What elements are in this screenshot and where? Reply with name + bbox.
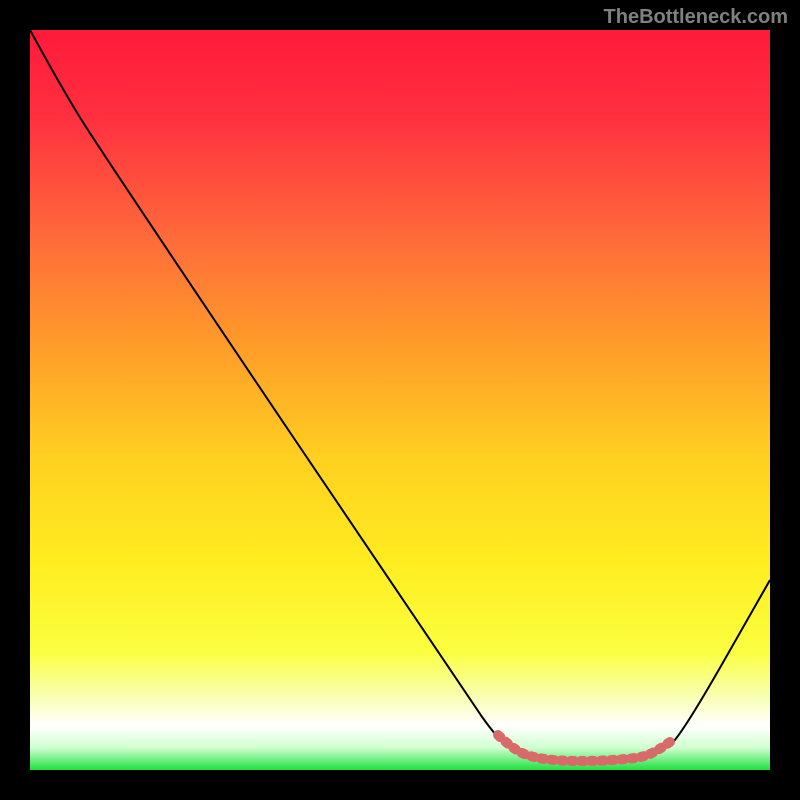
chart-container: { "watermark": "TheBottleneck.com", "cha… (0, 0, 800, 800)
gradient-plot-area (30, 30, 770, 770)
watermark-text: TheBottleneck.com (604, 6, 788, 29)
bottleneck-chart (0, 0, 800, 800)
